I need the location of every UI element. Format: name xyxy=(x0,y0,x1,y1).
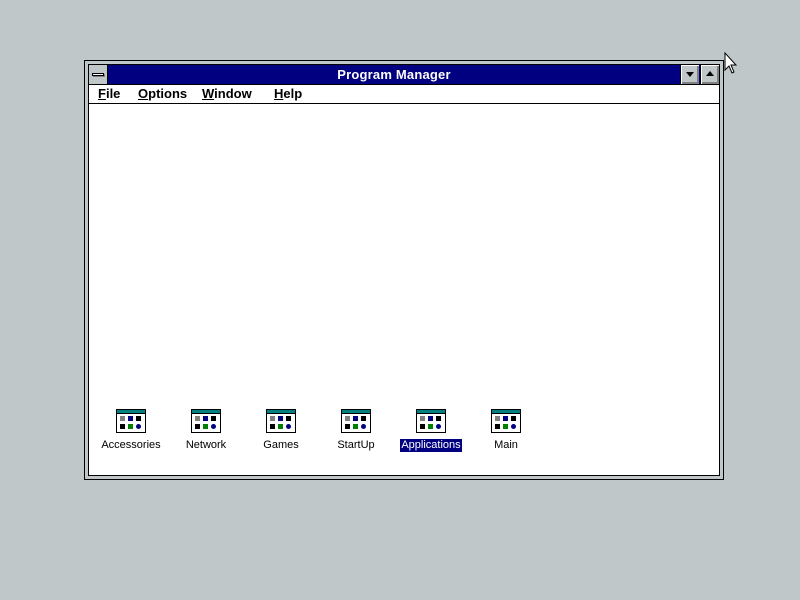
menu-window-mnemonic: W xyxy=(202,86,215,101)
group-icon-applications[interactable]: Applications xyxy=(391,409,471,453)
workspace[interactable]: Accessories Network Games StartUp Applic… xyxy=(89,104,719,475)
program-group-icon xyxy=(266,409,296,433)
menu-help[interactable]: Help xyxy=(273,86,303,102)
group-icon-games[interactable]: Games xyxy=(241,409,321,453)
menu-file-mnemonic: F xyxy=(98,86,106,101)
mouse-cursor-icon xyxy=(724,52,738,74)
group-label: Main xyxy=(494,439,518,451)
menu-window[interactable]: Window xyxy=(201,86,253,102)
minimize-arrow-icon xyxy=(686,72,694,77)
menu-options-rest: ptions xyxy=(148,86,188,101)
menu-help-mnemonic: H xyxy=(274,86,284,101)
title-bar[interactable]: Program Manager xyxy=(89,65,719,85)
menu-file-rest: ile xyxy=(105,86,121,101)
menu-help-rest: elp xyxy=(283,86,303,101)
menu-bar: File Options Window Help xyxy=(89,85,719,104)
group-label: Network xyxy=(185,439,227,451)
system-menu-button[interactable] xyxy=(89,65,108,84)
minimize-button[interactable] xyxy=(680,65,699,84)
group-icon-main[interactable]: Main xyxy=(466,409,546,453)
group-label: Applications xyxy=(400,439,462,452)
program-group-icon xyxy=(341,409,371,433)
menu-options[interactable]: Options xyxy=(137,86,188,102)
maximize-arrow-icon xyxy=(706,71,714,76)
menu-file[interactable]: File xyxy=(97,86,121,102)
program-group-icon xyxy=(491,409,521,433)
program-group-icon xyxy=(416,409,446,433)
maximize-button[interactable] xyxy=(700,65,719,84)
menu-options-mnemonic: O xyxy=(138,86,149,101)
group-label: Accessories xyxy=(101,439,161,451)
program-group-icon xyxy=(191,409,221,433)
window-title: Program Manager xyxy=(337,67,451,82)
program-group-icon xyxy=(116,409,146,433)
window-frame: Program Manager File Options Window Help xyxy=(88,64,720,476)
group-icon-startup[interactable]: StartUp xyxy=(316,409,396,453)
program-manager-window[interactable]: Program Manager File Options Window Help xyxy=(84,60,724,480)
system-menu-icon xyxy=(92,73,104,76)
group-icon-network[interactable]: Network xyxy=(166,409,246,453)
menu-window-rest: indow xyxy=(214,86,252,101)
group-label: StartUp xyxy=(337,439,375,451)
group-icon-accessories[interactable]: Accessories xyxy=(91,409,171,453)
group-label: Games xyxy=(263,439,299,451)
